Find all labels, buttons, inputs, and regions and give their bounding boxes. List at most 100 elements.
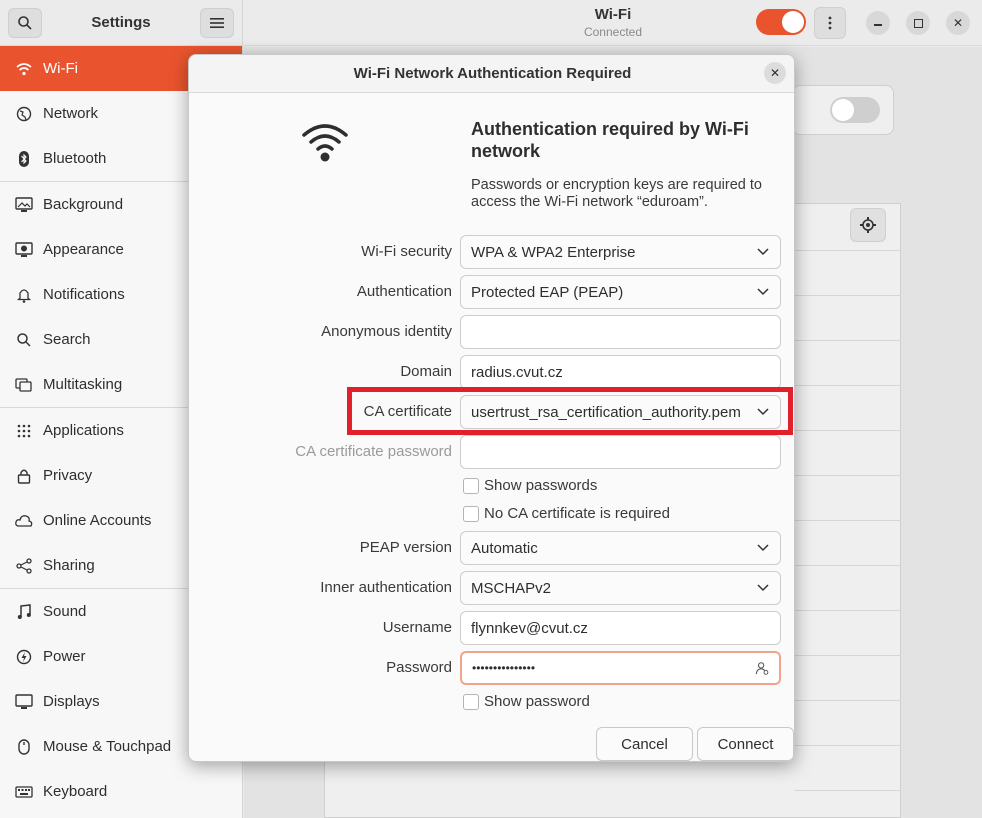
show-passwords-label: Show passwords: [484, 477, 598, 494]
close-icon: ✕: [769, 66, 781, 80]
maximize-button[interactable]: [906, 11, 930, 35]
bluetooth-icon: [14, 149, 34, 169]
chevron-down-icon: [756, 581, 770, 595]
password-input[interactable]: •••••••••••••••: [460, 651, 781, 685]
dialog-header: Wi-Fi Network Authentication Required ✕: [189, 55, 794, 93]
sidebar-item-label: Background: [43, 196, 124, 213]
show-password-label: Show password: [484, 693, 590, 710]
authentication-label: Authentication: [356, 283, 452, 300]
cancel-button[interactable]: Cancel: [596, 727, 693, 761]
share-icon: [14, 556, 34, 576]
anonymous-identity-input[interactable]: [460, 315, 781, 349]
display-icon: [14, 692, 34, 712]
sidebar-item-label: Appearance: [43, 241, 124, 258]
username-input[interactable]: flynnkev@cvut.cz: [460, 611, 781, 645]
sidebar-item-label: Displays: [43, 693, 100, 710]
airplane-mode-toggle[interactable]: [830, 97, 880, 123]
authentication-value: Protected EAP (PEAP): [471, 283, 624, 301]
connect-button[interactable]: Connect: [697, 727, 794, 761]
wifi-security-dropdown[interactable]: WPA & WPA2 Enterprise: [460, 235, 781, 269]
list-item[interactable]: [794, 385, 901, 430]
list-item[interactable]: [794, 475, 901, 520]
peap-version-value: Automatic: [471, 539, 538, 557]
password-label: Password: [386, 659, 452, 676]
close-icon: ✕: [952, 16, 964, 30]
wifi-security-value: WPA & WPA2 Enterprise: [471, 243, 636, 261]
more-options-button[interactable]: [814, 7, 846, 39]
list-item[interactable]: [794, 340, 901, 385]
wifi-signal-icon: [302, 124, 348, 162]
inner-authentication-dropdown[interactable]: MSCHAPv2: [460, 571, 781, 605]
wifi-security-label: Wi-Fi security: [361, 243, 452, 260]
hamburger-icon: [210, 17, 224, 28]
dialog-title: Wi-Fi Network Authentication Required: [353, 65, 632, 82]
sidebar-item-keyboard[interactable]: Keyboard: [0, 769, 242, 814]
inner-authentication-label: Inner authentication: [320, 579, 452, 596]
authentication-dropdown[interactable]: Protected EAP (PEAP): [460, 275, 781, 309]
mouse-icon: [14, 737, 34, 757]
sidebar-item-label: Sharing: [43, 557, 95, 574]
multitasking-icon: [14, 375, 34, 395]
show-passwords-checkbox[interactable]: Show passwords: [463, 477, 597, 494]
no-ca-required-label: No CA certificate is required: [484, 505, 670, 522]
wifi-icon: [14, 59, 34, 79]
list-item[interactable]: [794, 430, 901, 475]
sidebar-item-label: Multitasking: [43, 376, 123, 393]
domain-input[interactable]: radius.cvut.cz: [460, 355, 781, 389]
minimize-icon: [874, 24, 882, 26]
inner-authentication-value: MSCHAPv2: [471, 579, 552, 597]
lock-icon: [14, 466, 34, 486]
apps-grid-icon: [14, 421, 34, 441]
ca-certificate-password-input[interactable]: [460, 435, 781, 469]
search-button[interactable]: [8, 7, 42, 38]
list-item[interactable]: [794, 700, 901, 745]
chevron-down-icon: [756, 285, 770, 299]
user-options-icon[interactable]: [755, 661, 769, 675]
sidebar-item-label: Power: [43, 648, 86, 665]
list-item[interactable]: [794, 295, 901, 340]
minimize-button[interactable]: [866, 11, 890, 35]
no-ca-required-checkbox[interactable]: No CA certificate is required: [463, 505, 670, 522]
sidebar-item-label: Mouse & Touchpad: [43, 738, 172, 755]
password-value: •••••••••••••••: [472, 661, 536, 675]
username-value: flynnkev@cvut.cz: [471, 619, 588, 637]
sidebar-item-label: Notifications: [43, 286, 125, 303]
sidebar-item-label: Search: [43, 331, 91, 348]
dialog-close-button[interactable]: ✕: [764, 62, 786, 84]
list-item[interactable]: [794, 790, 901, 818]
list-item[interactable]: [794, 250, 901, 295]
wifi-toggle-switch[interactable]: [756, 9, 806, 35]
dialog-heading: Authentication required by Wi-Fi network: [471, 119, 749, 161]
sidebar-item-label: Wi-Fi: [43, 60, 78, 77]
checkbox-box[interactable]: [463, 505, 479, 522]
show-password-checkbox[interactable]: Show password: [463, 693, 590, 710]
ca-certificate-highlight-box: [347, 387, 793, 435]
bell-icon: [14, 285, 34, 305]
network-settings-button[interactable]: [850, 208, 886, 242]
sidebar-item-label: Privacy: [43, 467, 93, 484]
hamburger-menu-button[interactable]: [200, 7, 234, 38]
domain-label: Domain: [400, 363, 452, 380]
dialog-description: Passwords or encryption keys are require…: [471, 177, 762, 210]
list-item[interactable]: [794, 610, 901, 655]
anonymous-identity-label: Anonymous identity: [321, 323, 452, 340]
checkbox-box[interactable]: [463, 693, 479, 710]
maximize-icon: [913, 18, 923, 28]
list-item[interactable]: [794, 745, 901, 790]
list-item[interactable]: [794, 565, 901, 610]
music-note-icon: [14, 602, 34, 622]
sidebar-header: Settings: [0, 0, 242, 46]
chevron-down-icon: [756, 541, 770, 555]
sidebar-item-label: Network: [43, 105, 99, 122]
list-item[interactable]: [794, 520, 901, 565]
sidebar-item-label: Applications: [43, 422, 124, 439]
checkbox-box[interactable]: [463, 477, 479, 494]
sidebar-item-label: Bluetooth: [43, 150, 107, 167]
keyboard-icon: [14, 782, 34, 802]
peap-version-dropdown[interactable]: Automatic: [460, 531, 781, 565]
domain-value: radius.cvut.cz: [471, 363, 563, 381]
close-window-button[interactable]: ✕: [946, 11, 970, 35]
peap-version-label: PEAP version: [359, 539, 452, 556]
list-item[interactable]: [794, 655, 901, 700]
power-icon: [14, 647, 34, 667]
